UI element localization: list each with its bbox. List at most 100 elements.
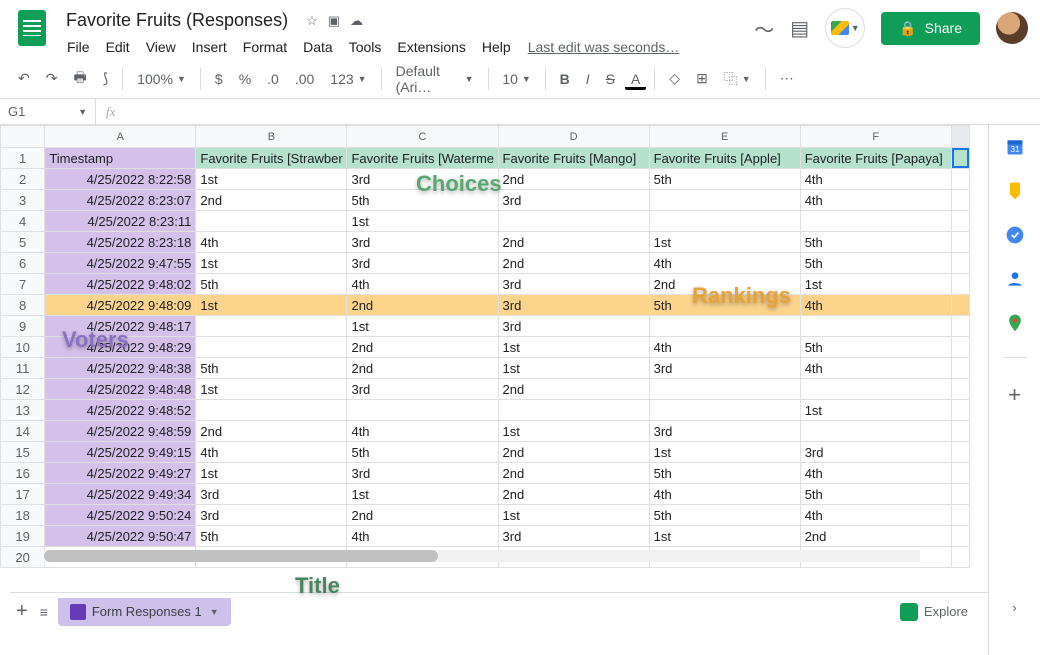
cell[interactable]: 4/25/2022 9:48:09 bbox=[45, 295, 196, 316]
row-header-18[interactable]: 18 bbox=[1, 505, 45, 526]
cell[interactable]: 4/25/2022 9:50:24 bbox=[45, 505, 196, 526]
row-header-20[interactable]: 20 bbox=[1, 547, 45, 568]
sheets-logo[interactable] bbox=[12, 8, 52, 48]
cell[interactable]: 4th bbox=[800, 505, 951, 526]
strikethrough-button[interactable]: S bbox=[600, 67, 621, 91]
paint-format-button[interactable]: ⟆ bbox=[97, 66, 114, 91]
cell[interactable] bbox=[649, 190, 800, 211]
cell[interactable]: 2nd bbox=[498, 253, 649, 274]
explore-button[interactable]: Explore bbox=[900, 603, 968, 621]
cell[interactable]: 1st bbox=[196, 379, 347, 400]
row-header-13[interactable]: 13 bbox=[1, 400, 45, 421]
cell[interactable]: 5th bbox=[649, 169, 800, 190]
meet-button[interactable]: ▼ bbox=[825, 8, 865, 48]
cell[interactable]: 4/25/2022 9:48:02 bbox=[45, 274, 196, 295]
contacts-icon[interactable] bbox=[1005, 269, 1025, 289]
cell[interactable]: 5th bbox=[649, 505, 800, 526]
cell[interactable]: 5th bbox=[649, 463, 800, 484]
cell[interactable]: Favorite Fruits [Papaya] bbox=[800, 148, 951, 169]
collapse-panel-icon[interactable]: › bbox=[1012, 600, 1016, 615]
cell[interactable]: 1st bbox=[649, 442, 800, 463]
cell[interactable]: 5th bbox=[800, 232, 951, 253]
cell[interactable]: 2nd bbox=[347, 337, 498, 358]
cell[interactable]: 2nd bbox=[347, 505, 498, 526]
cell[interactable]: 3rd bbox=[498, 316, 649, 337]
cell[interactable]: 4/25/2022 8:22:58 bbox=[45, 169, 196, 190]
bold-button[interactable]: B bbox=[554, 67, 576, 91]
row-header-14[interactable]: 14 bbox=[1, 421, 45, 442]
cell[interactable]: Favorite Fruits [Waterme bbox=[347, 148, 498, 169]
row-header-12[interactable]: 12 bbox=[1, 379, 45, 400]
cell[interactable]: 5th bbox=[649, 295, 800, 316]
cell[interactable]: 4th bbox=[649, 337, 800, 358]
cell[interactable]: 2nd bbox=[498, 169, 649, 190]
cell[interactable]: 1st bbox=[347, 316, 498, 337]
cell[interactable]: 2nd bbox=[498, 379, 649, 400]
cell[interactable]: Favorite Fruits [Strawber bbox=[196, 148, 347, 169]
borders-button[interactable]: ⊞ bbox=[690, 66, 714, 91]
cell[interactable]: 4/25/2022 9:49:27 bbox=[45, 463, 196, 484]
row-header-11[interactable]: 11 bbox=[1, 358, 45, 379]
menu-data[interactable]: Data bbox=[296, 35, 340, 59]
col-header-D[interactable]: D bbox=[498, 126, 649, 148]
cell[interactable]: 1st bbox=[347, 211, 498, 232]
cell[interactable]: 4th bbox=[800, 190, 951, 211]
cell[interactable]: 2nd bbox=[498, 232, 649, 253]
tasks-icon[interactable] bbox=[1005, 225, 1025, 245]
cell[interactable]: 2nd bbox=[498, 484, 649, 505]
cell[interactable]: 1st bbox=[498, 337, 649, 358]
cell[interactable]: 1st bbox=[196, 295, 347, 316]
cell[interactable]: 1st bbox=[800, 400, 951, 421]
cell[interactable]: 4th bbox=[196, 232, 347, 253]
row-header-10[interactable]: 10 bbox=[1, 337, 45, 358]
cell[interactable]: 3rd bbox=[649, 358, 800, 379]
decrease-decimal-button[interactable]: .0 bbox=[261, 67, 285, 91]
row-header-6[interactable]: 6 bbox=[1, 253, 45, 274]
cell[interactable] bbox=[649, 211, 800, 232]
sheet-tab[interactable]: Form Responses 1 ▼ bbox=[58, 598, 231, 626]
cell[interactable]: 2nd bbox=[196, 421, 347, 442]
menu-view[interactable]: View bbox=[139, 35, 183, 59]
cell[interactable]: 4/25/2022 9:48:17 bbox=[45, 316, 196, 337]
name-box[interactable]: G1▼ bbox=[0, 99, 96, 124]
cell[interactable] bbox=[498, 211, 649, 232]
cell[interactable]: Favorite Fruits [Apple] bbox=[649, 148, 800, 169]
share-button[interactable]: 🔒 Share bbox=[881, 12, 980, 45]
cell[interactable]: Favorite Fruits [Mango] bbox=[498, 148, 649, 169]
menu-format[interactable]: Format bbox=[236, 35, 294, 59]
cell[interactable] bbox=[649, 316, 800, 337]
cell[interactable]: 4th bbox=[649, 484, 800, 505]
cell[interactable]: 4/25/2022 9:50:47 bbox=[45, 526, 196, 547]
cell[interactable]: 4/25/2022 9:48:38 bbox=[45, 358, 196, 379]
col-header-A[interactable]: A bbox=[45, 126, 196, 148]
cell[interactable] bbox=[800, 211, 951, 232]
maps-icon[interactable] bbox=[1005, 313, 1025, 333]
cell[interactable]: 1st bbox=[498, 505, 649, 526]
cell[interactable]: 4/25/2022 9:47:55 bbox=[45, 253, 196, 274]
cell[interactable]: 4th bbox=[347, 526, 498, 547]
account-avatar[interactable] bbox=[996, 12, 1028, 44]
italic-button[interactable]: I bbox=[580, 67, 596, 91]
cell[interactable]: 5th bbox=[800, 484, 951, 505]
add-sheet-button[interactable]: + bbox=[10, 596, 34, 627]
add-icon[interactable]: + bbox=[1008, 382, 1021, 408]
cell[interactable] bbox=[196, 337, 347, 358]
redo-button[interactable]: ↷ bbox=[40, 66, 64, 91]
cloud-icon[interactable]: ☁ bbox=[350, 13, 363, 29]
cell[interactable]: 4/25/2022 8:23:18 bbox=[45, 232, 196, 253]
cell[interactable]: 4/25/2022 8:23:11 bbox=[45, 211, 196, 232]
cell[interactable]: 1st bbox=[498, 358, 649, 379]
increase-decimal-button[interactable]: .00 bbox=[289, 67, 320, 91]
spreadsheet-grid[interactable]: ABCDEF1TimestampFavorite Fruits [Strawbe… bbox=[0, 125, 970, 568]
cell[interactable]: 4/25/2022 9:49:15 bbox=[45, 442, 196, 463]
col-header-E[interactable]: E bbox=[649, 126, 800, 148]
cell[interactable]: 1st bbox=[196, 463, 347, 484]
cell[interactable]: 5th bbox=[196, 274, 347, 295]
all-sheets-button[interactable]: ≡ bbox=[34, 600, 54, 624]
menu-extensions[interactable]: Extensions bbox=[390, 35, 472, 59]
row-header-1[interactable]: 1 bbox=[1, 148, 45, 169]
text-color-button[interactable]: A bbox=[625, 67, 646, 90]
row-header-8[interactable]: 8 bbox=[1, 295, 45, 316]
undo-button[interactable]: ↶ bbox=[12, 66, 36, 91]
cell[interactable]: 3rd bbox=[498, 274, 649, 295]
